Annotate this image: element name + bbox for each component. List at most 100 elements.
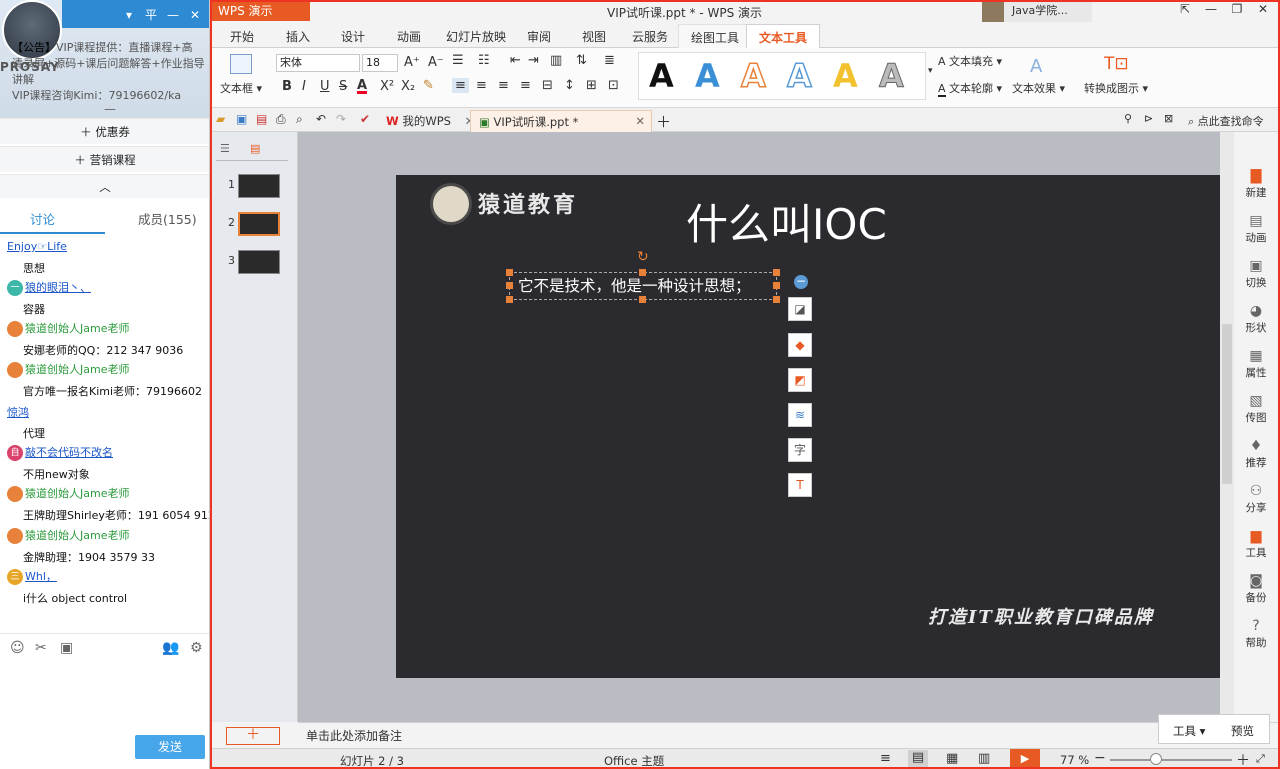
send-button[interactable]: 发送 [135,735,205,759]
slide-sorter-icon[interactable]: ▦ [946,751,958,766]
message-sender[interactable]: 三 Whl， [7,568,57,585]
slide-canvas[interactable]: 猿道教育 什么叫IOC 它不是技术，他是一种设计思想； ↻ − ◪ ◆ ◩ ≋ … [298,132,1278,722]
members-icon[interactable]: 👥 [162,640,179,656]
align-center-icon[interactable]: ≡ [476,78,487,93]
text-effect-icon[interactable]: A [1030,56,1042,77]
marketing-course-button[interactable]: ＋ 营销课程 [0,146,209,172]
collapse-tools-icon[interactable]: − [794,275,808,289]
tool-icon-b[interactable]: ⊳ [1144,112,1153,125]
message-sender[interactable]: 一狼的眼泪丶、 [7,279,91,296]
find-command[interactable]: ⌕ 点此查找命令 [1188,113,1264,129]
textbox-button[interactable]: 文本框 ▾ [220,80,262,96]
convert-shape-icon[interactable]: T [788,473,812,497]
decrease-indent-icon[interactable]: ⇤ [510,53,521,68]
resize-handle[interactable] [639,269,646,276]
open-icon[interactable]: ▰ [216,112,225,126]
slide-thumbnail-2[interactable] [238,212,280,236]
font-color-icon[interactable]: A [357,78,368,94]
strikethrough-button[interactable]: S [339,79,347,94]
message-sender[interactable]: 猿道创始人Jame老师 [7,320,129,337]
distribute-icon[interactable]: ⊟ [542,78,553,93]
tab-insert[interactable]: 插入 [286,28,310,45]
italic-button[interactable]: I [302,79,306,94]
current-slide[interactable]: 猿道教育 什么叫IOC 它不是技术，他是一种设计思想； ↻ − ◪ ◆ ◩ ≋ … [396,175,1278,678]
new-button[interactable]: ▇ 新建 [1234,168,1278,200]
save-icon[interactable]: ▣ [236,112,247,126]
style-black[interactable]: A [649,57,674,95]
pin-icon[interactable]: 平 [140,6,162,23]
vertical-align-icon[interactable]: ⊞ [586,78,597,93]
rotate-handle-icon[interactable]: ↻ [637,249,649,265]
resize-handle[interactable] [639,296,646,303]
zoom-slider-thumb[interactable] [1150,753,1162,765]
zoom-slider[interactable] [1110,759,1232,761]
align-left-icon[interactable]: ≡ [452,78,469,93]
justify-icon[interactable]: ≡ [520,78,531,93]
message-sender[interactable]: 惊鸿 [7,404,29,420]
paragraph-spacing-icon[interactable]: ↕ [564,78,575,93]
textbox-icon[interactable] [230,54,252,74]
numbered-list-icon[interactable]: ☷ [478,53,490,68]
image-icon[interactable]: ▣ [60,640,73,656]
reading-view-icon[interactable]: ▥ [978,751,990,766]
tool-icon-c[interactable]: ⊠ [1164,112,1173,125]
align-right-icon[interactable]: ≡ [498,78,509,93]
slide-thumbnail-3[interactable] [238,250,280,274]
resize-handle[interactable] [506,269,513,276]
tab-review[interactable]: 审阅 [527,28,551,45]
style-blue[interactable]: A [695,57,720,95]
restore-icon[interactable]: ⇱ [1172,2,1198,16]
style-gray[interactable]: A [879,57,905,96]
text-direction-icon[interactable]: ⇅ [576,53,587,68]
style-blue-outline[interactable]: A [786,56,812,96]
text-outline-button[interactable]: A 文本轮廓 ▾ [938,80,1002,97]
slide-title[interactable]: 什么叫IOC [686,191,887,252]
emoji-icon[interactable]: ☺ [10,640,25,656]
message-sender[interactable]: 猿道创始人Jame老师 [7,361,129,378]
text-wrap-icon[interactable]: 字 [788,438,812,462]
message-sender[interactable]: 自敲不会代码不改名 [7,444,113,461]
message-sender[interactable]: 猿道创始人Jame老师 [7,485,129,502]
style-orange-outline[interactable]: A [740,56,766,96]
convert-diagram-icon[interactable]: T⊡ [1104,54,1129,74]
resize-handle[interactable] [506,296,513,303]
print-icon[interactable]: ⎙ [276,112,286,127]
message-sender[interactable]: 猿道创始人Jame老师 [7,527,129,544]
outline-color-icon[interactable]: ◩ [788,368,812,392]
redo-icon[interactable]: ↷ [336,112,346,126]
shrink-font-icon[interactable]: A⁻ [428,55,444,70]
coupon-button[interactable]: ＋ 优惠券 [0,118,209,144]
tab-document[interactable]: ▣ VIP试听课.ppt * ✕ [470,110,652,132]
settings-icon[interactable]: ⚙ [190,640,203,656]
gallery-more-icon[interactable]: ▾ [928,66,933,76]
group-notice[interactable]: 【公告】VIP课程提供：直播课程+高 清录屏+源码+课后问题解答+作业指导 讲解… [12,40,208,104]
message-input-area[interactable]: ☺ ✂ ▣ 👥 ⚙ 发送 [0,633,209,769]
transition-button[interactable]: ▣ 切换 [1234,258,1278,290]
customize-icon[interactable]: ✔ [360,112,370,126]
tool-icon-a[interactable]: ⚲ [1124,112,1132,125]
tab-design[interactable]: 设计 [341,28,365,45]
help-button[interactable]: ? 帮助 [1234,618,1278,650]
notes-toggle-icon[interactable]: ≡ [880,751,891,766]
tools-button[interactable]: ▆ 工具 [1234,528,1278,560]
print-preview-icon[interactable]: ⌕ [296,112,303,127]
dropdown-icon[interactable]: ▾ [118,8,140,22]
theme-name[interactable]: Office 主题 [604,753,664,767]
tab-my-wps[interactable]: W 我的WPS ✕ [378,110,482,132]
tab-home[interactable]: 开始 [230,28,254,45]
scrollbar-thumb[interactable] [1222,324,1232,484]
bold-button[interactable]: B [282,79,292,94]
edit-shape-icon[interactable]: ◪ [788,297,812,321]
collapse-icon[interactable]: ︿ [0,174,209,198]
columns-icon[interactable]: ▥ [550,53,562,68]
tab-discussion[interactable]: 讨论 [30,209,55,228]
superscript-button[interactable]: X² [380,79,394,94]
paragraph-settings-icon[interactable]: ⊡ [608,78,619,93]
tab-cloud[interactable]: 云服务 [632,28,668,45]
layers-icon[interactable]: ≋ [788,403,812,427]
backup-button[interactable]: ◙ 备份 [1234,573,1278,605]
resize-handle[interactable] [506,282,513,289]
close-icon[interactable]: ✕ [1250,2,1276,16]
wps-app-menu[interactable]: WPS 演示 [212,2,310,21]
fill-color-icon[interactable]: ◆ [788,333,812,357]
